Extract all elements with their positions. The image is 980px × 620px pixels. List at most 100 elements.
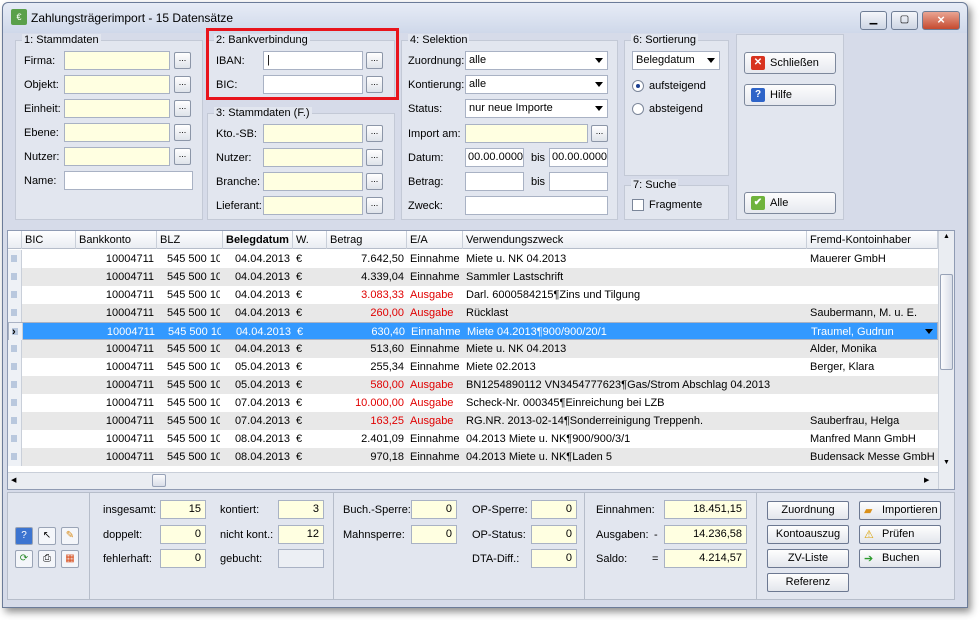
column-header[interactable]: W. [293,231,327,249]
pruefen-button[interactable]: ⚠ Prüfen [859,525,941,544]
table-row[interactable]: 10004711 545 500 10 08.04.2013 €970,18 Einna… [8,448,938,466]
browse-button[interactable]: ... [174,76,191,93]
table-row[interactable]: › 10004711 545 500 10 04.04.2013 €630,40 Einn… [8,322,938,341]
table-cell: Miete 04.2013¶900/900/20/1 [467,326,607,338]
table-row[interactable]: 10004711 545 500 10 04.04.2013 €513,60 Einna… [8,340,938,358]
browse-button[interactable]: ... [174,52,191,69]
buchsperre-label: Buch.-Sperre: [343,504,411,516]
table-cell: € [296,343,303,355]
zvliste-button[interactable]: ZV-Liste [767,549,849,568]
kontoauszug-button[interactable]: Kontoauszug [767,525,849,544]
betrag-from-input[interactable] [465,172,524,191]
table-row[interactable]: 10004711 545 500 10 05.04.2013 €580,00 Ausga… [8,376,938,394]
browse-button[interactable]: ... [366,125,383,142]
stammdaten-input[interactable] [64,123,170,142]
column-header[interactable]: E/A [407,231,463,249]
row-indicator[interactable] [8,394,22,412]
schliessen-button[interactable]: ✕ Schließen [744,52,836,74]
referenz-button[interactable]: Referenz [767,573,849,592]
row-indicator[interactable] [8,340,22,358]
scroll-right-icon[interactable]: ▶ [924,476,929,484]
column-header[interactable]: BLZ [157,231,223,249]
browse-button[interactable]: ... [366,197,383,214]
column-header[interactable]: Bankkonto [76,231,157,249]
table-cell: 545 500 10 [167,379,220,391]
browse-button[interactable]: ... [366,173,383,190]
column-header[interactable]: Verwendungszweck [463,231,807,249]
stammdaten-f-input[interactable] [263,148,363,167]
table-row[interactable]: 10004711 545 500 10 05.04.2013 €255,34 Einna… [8,358,938,376]
absteigend-radio[interactable] [632,103,644,115]
betrag-to-input[interactable] [549,172,608,191]
row-indicator[interactable] [8,376,22,394]
stammdaten-input[interactable] [64,99,170,118]
column-header[interactable]: Belegdatum [223,231,293,249]
stammdaten-f-input[interactable] [263,196,363,215]
print-icon[interactable]: ⎙ [38,550,56,568]
zweck-input[interactable] [465,196,608,215]
stammdaten-input[interactable] [64,51,170,70]
import-date-input[interactable] [465,124,588,143]
row-indicator[interactable] [8,286,22,304]
datum-to-input[interactable]: 00.00.0000 [549,148,608,167]
table-cell [807,286,935,304]
row-indicator[interactable] [8,250,22,268]
scroll-left-icon[interactable]: ◀ [11,476,16,484]
maximize-button[interactable]: ▢ [891,11,918,30]
help-small-icon[interactable]: ? [15,527,33,545]
table-row[interactable]: 10004711 545 500 10 08.04.2013 €2.401,09 Ein… [8,430,938,448]
minimize-button[interactable]: ▁ [860,11,887,30]
row-indicator[interactable] [8,268,22,286]
fragmente-checkbox[interactable] [632,199,644,211]
table-cell: 08.04.2013 [234,451,290,463]
zuordnung-button[interactable]: Zuordnung [767,501,849,520]
status-select[interactable]: nur neue Importe [465,99,608,118]
row-indicator[interactable] [8,358,22,376]
pointer-icon[interactable]: ↖ [38,527,56,545]
stammdaten-label: 1: Stammdaten [22,34,101,46]
datum-from-input[interactable]: 00.00.0000 [465,148,524,167]
kontierung-select[interactable]: alle [465,75,608,94]
pencil-icon[interactable]: ✎ [61,527,79,545]
importieren-button[interactable]: ▰ Importieren [859,501,941,520]
browse-button[interactable]: ... [366,149,383,166]
table-cell: 04.04.2013 [234,289,290,301]
browse-button[interactable]: ... [174,100,191,117]
row-indicator[interactable] [8,448,22,466]
table-row[interactable]: 10004711 545 500 10 07.04.2013 €10.000,00 Au… [8,394,938,412]
buchen-button[interactable]: ➔ Buchen [859,549,941,568]
vertical-scroll-thumb[interactable] [940,274,953,370]
column-header[interactable]: BIC [22,231,76,249]
row-indicator[interactable] [8,430,22,448]
refresh-icon[interactable]: ⟳ [15,550,33,568]
stammdaten-input[interactable] [64,75,170,94]
browse-button[interactable]: ... [174,124,191,141]
scroll-up-icon[interactable]: ▲ [941,233,952,245]
export-icon[interactable]: ▦ [61,550,79,568]
row-indicator[interactable] [8,412,22,430]
scroll-down-icon[interactable]: ▼ [941,459,952,471]
aufsteigend-radio[interactable] [632,80,644,92]
table-row[interactable]: 10004711 545 500 10 04.04.2013 €3.083,33 Aus… [8,286,938,304]
table-row[interactable]: 10004711 545 500 10 07.04.2013 €163,25 Ausga… [8,412,938,430]
close-window-button[interactable]: × [922,11,960,30]
import-browse-button[interactable]: ... [591,125,608,142]
row-indicator[interactable] [8,304,22,322]
stammdaten-f-input[interactable] [263,124,363,143]
table-row[interactable]: 10004711 545 500 10 04.04.2013 €7.642,50 Ein… [8,250,938,268]
table-row[interactable]: 10004711 545 500 10 04.04.2013 €4.339,04 Ein… [8,268,938,286]
horizontal-scrollbar[interactable]: ◀ ▶ [8,472,938,489]
vertical-scrollbar[interactable]: ▲ ▼ [938,231,954,489]
stammdaten-f-input[interactable] [263,172,363,191]
browse-button[interactable]: ... [174,148,191,165]
column-header[interactable]: Fremd-Kontoinhaber [807,231,938,249]
stammdaten-input[interactable] [64,171,193,190]
alle-button[interactable]: ✔ Alle [744,192,836,214]
table-row[interactable]: 10004711 545 500 10 04.04.2013 €260,00 Ausga… [8,304,938,322]
hilfe-button[interactable]: ? Hilfe [744,84,836,106]
zuordnung-select[interactable]: alle [465,51,608,70]
horizontal-scroll-thumb[interactable] [152,474,166,487]
column-header[interactable]: Betrag [327,231,407,249]
sortierung-select[interactable]: Belegdatum [632,51,720,70]
stammdaten-input[interactable] [64,147,170,166]
